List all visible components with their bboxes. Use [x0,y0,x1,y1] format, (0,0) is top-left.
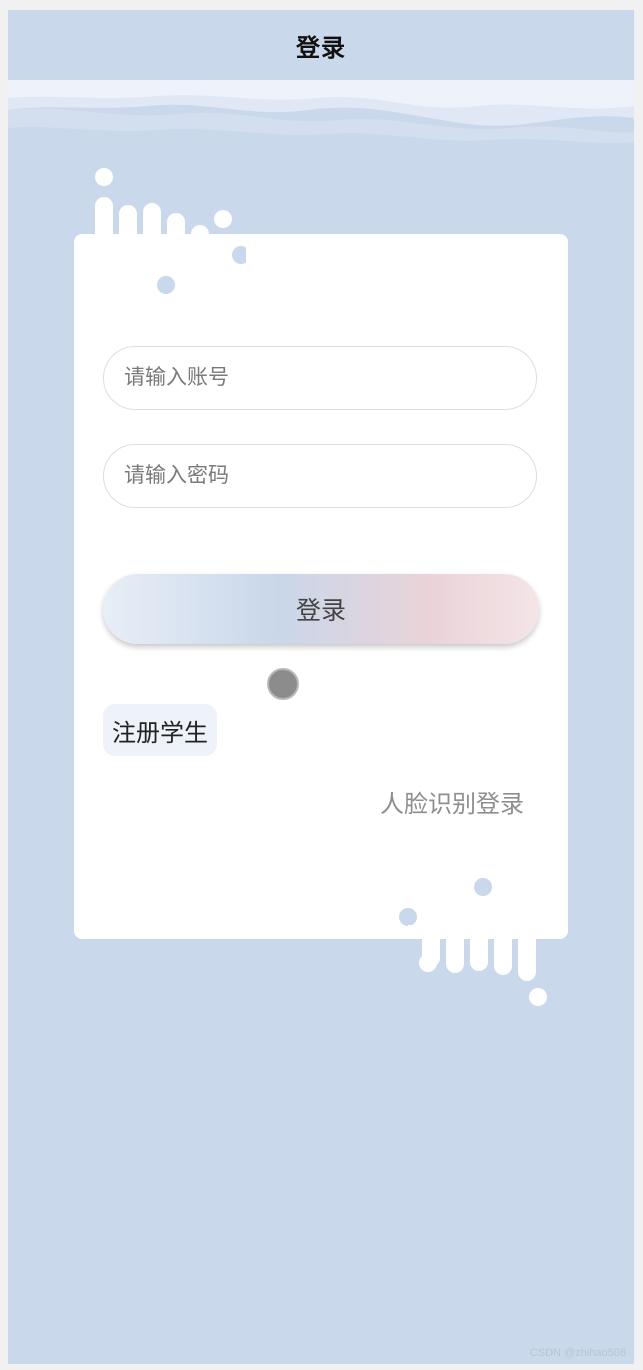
account-input[interactable] [104,347,536,409]
login-button[interactable]: 登录 [103,574,539,644]
wave-decoration [8,80,634,160]
touch-cursor-indicator [267,668,299,700]
account-field[interactable] [103,346,537,410]
register-student-label: 注册学生 [112,719,208,747]
drip-decoration-top [86,168,246,294]
register-student-button[interactable]: 注册学生 [103,704,217,756]
login-button-label: 登录 [295,597,346,625]
watermark: CSDN @zhihao508 [529,1347,626,1359]
page-title: 登录 [296,34,346,62]
password-input[interactable] [104,445,536,507]
face-login-label: 人脸识别登录 [380,791,524,818]
face-recognition-login-link[interactable]: 人脸识别登录 [380,784,524,819]
drip-decoration-bottom [399,878,548,1006]
login-card: 登录 注册学生 人脸识别登录 [74,234,568,939]
password-field[interactable] [103,444,537,508]
nav-bar: 登录 [8,10,634,80]
app-screen: 登录 登录 注册学生 人脸识别登录 [8,10,634,1364]
